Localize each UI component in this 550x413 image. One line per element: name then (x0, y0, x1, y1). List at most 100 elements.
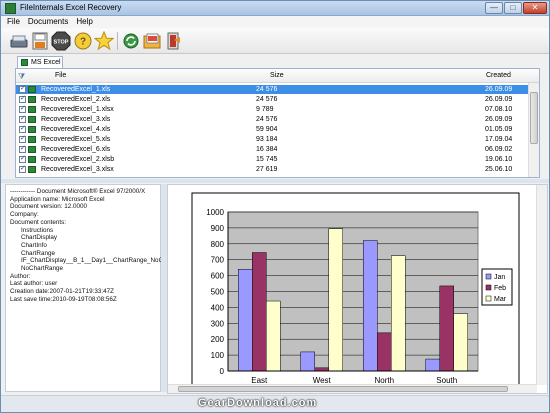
svg-text:?: ? (80, 37, 86, 48)
bar (266, 300, 281, 372)
legend-swatch (485, 295, 492, 302)
menu-file[interactable]: File (7, 16, 20, 28)
y-tick-label: 700 (211, 256, 225, 265)
maximize-button[interactable]: □ (504, 2, 522, 14)
row-checkbox[interactable] (19, 94, 26, 103)
chart-preview-pane: 0 100 200 300 400 500 600 700 800 900 1000 East West… (167, 184, 548, 394)
info-line: ChartRange (21, 249, 55, 257)
cell-size: 27 619 (256, 166, 278, 173)
preview-horizontal-scrollbar[interactable] (168, 384, 537, 393)
excel-file-icon (28, 116, 36, 123)
chart-preview: 0 100 200 300 400 500 600 700 800 900 1000 East West… (191, 192, 520, 389)
excel-file-icon (28, 156, 36, 163)
table-row[interactable]: RecoveredExcel_6.xls 16 384 06.09.02 (16, 144, 530, 154)
close-button[interactable]: ✕ (523, 2, 547, 14)
legend-label: Jan (494, 274, 505, 281)
column-header-created[interactable]: Created (486, 72, 511, 79)
legend-label: Mar (494, 296, 507, 303)
row-checkbox[interactable] (19, 124, 26, 133)
exit-icon[interactable] (163, 31, 183, 51)
y-tick-label: 1000 (206, 208, 224, 217)
preview-vertical-scrollbar[interactable] (536, 185, 547, 385)
cell-created: 06.09.02 (485, 146, 513, 153)
table-scrollbar[interactable] (528, 83, 539, 177)
y-tick-label: 300 (211, 319, 225, 328)
x-tick-label: East (251, 376, 268, 384)
cell-file: RecoveredExcel_1.xlsx (41, 106, 114, 113)
row-checkbox[interactable] (19, 144, 26, 153)
row-checkbox[interactable] (19, 104, 26, 113)
cell-created: 17.09.04 (485, 136, 513, 143)
menu-documents[interactable]: Documents (28, 16, 68, 28)
cell-size: 24 576 (256, 96, 278, 103)
stop-icon[interactable]: STOP (51, 31, 71, 51)
bar (453, 313, 468, 372)
cell-size: 9 789 (256, 106, 274, 113)
table-row[interactable]: RecoveredExcel_3.xls 24 576 26.09.09 (16, 114, 530, 124)
scanner-icon[interactable] (9, 31, 29, 51)
info-line: Last save time:2010-09-19T08:08:56Z (10, 295, 117, 303)
cell-file: RecoveredExcel_3.xlsx (41, 166, 114, 173)
cell-file: RecoveredExcel_1.xls (41, 86, 111, 93)
y-tick-label: 0 (220, 367, 225, 376)
file-table: ⧩ File Size Created RecoveredExcel_1.xls… (15, 68, 540, 178)
y-tick-label: 100 (211, 351, 225, 360)
excel-file-icon (28, 86, 36, 93)
excel-file-icon (28, 106, 36, 113)
row-checkbox[interactable] (19, 134, 26, 143)
cell-created: 26.09.09 (485, 96, 513, 103)
cell-size: 15 745 (256, 156, 278, 163)
cell-created: 25.06.10 (485, 166, 513, 173)
row-checkbox[interactable] (19, 84, 26, 93)
legend-swatch (485, 273, 492, 280)
bar (238, 268, 253, 372)
table-row[interactable]: RecoveredExcel_2.xls 24 576 26.09.09 (16, 94, 530, 104)
cell-created: 07.08.10 (485, 106, 513, 113)
x-tick-label: South (436, 376, 457, 384)
table-row[interactable]: RecoveredExcel_3.xlsx 27 619 25.06.10 (16, 164, 530, 174)
star-icon[interactable] (93, 30, 115, 51)
table-row[interactable]: RecoveredExcel_1.xls 24 576 26.09.09 (16, 84, 530, 94)
column-header-size[interactable]: Size (270, 72, 284, 79)
bar (391, 255, 406, 372)
save-icon[interactable] (30, 31, 50, 51)
row-checkbox[interactable] (19, 154, 26, 163)
table-row[interactable]: RecoveredExcel_5.xls 93 184 17.09.04 (16, 134, 530, 144)
refresh-icon[interactable] (121, 31, 141, 51)
info-line: ChartInfo (21, 241, 47, 249)
bar (328, 228, 343, 372)
window-title: FileInternals Excel Recovery (20, 3, 122, 12)
cell-created: 26.09.09 (485, 86, 513, 93)
tab-ms-excel[interactable]: MS Excel (17, 56, 63, 68)
horizontal-splitter[interactable] (1, 179, 549, 183)
help-icon[interactable]: ? (73, 31, 93, 51)
cell-created: 26.09.09 (485, 116, 513, 123)
info-line: Document contents: (10, 218, 67, 226)
info-line: Author: (10, 272, 31, 280)
excel-file-icon (28, 136, 36, 143)
column-header-file[interactable]: File (55, 72, 66, 79)
info-line: Instructions (21, 226, 54, 234)
bar (252, 252, 267, 372)
cell-file: RecoveredExcel_2.xls (41, 96, 111, 103)
menu-help[interactable]: Help (76, 16, 92, 28)
scrollbar-thumb[interactable] (178, 386, 508, 392)
row-checkbox[interactable] (19, 164, 26, 173)
table-header: ⧩ File Size Created (16, 69, 539, 83)
y-tick-label: 900 (211, 224, 225, 233)
scrollbar-thumb[interactable] (530, 92, 538, 144)
info-line: IF_ChartDisplay__B_1__Day1__ChartRange_N… (21, 257, 167, 265)
minimize-button[interactable]: — (485, 2, 503, 14)
y-tick-label: 600 (211, 272, 225, 281)
cell-size: 93 184 (256, 136, 278, 143)
table-row[interactable]: RecoveredExcel_2.xlsb 15 745 19.06.10 (16, 154, 530, 164)
info-line: Creation date:2007-01-21T19:33:47Z (10, 288, 114, 296)
folder-image-icon[interactable] (142, 31, 162, 51)
row-checkbox[interactable] (19, 114, 26, 123)
excel-file-icon (28, 166, 36, 173)
filter-icon[interactable]: ⧩ (18, 72, 25, 82)
bar (377, 332, 392, 372)
table-row[interactable]: RecoveredExcel_4.xls 59 904 01.05.09 (16, 124, 530, 134)
table-row[interactable]: RecoveredExcel_1.xlsx 9 789 07.08.10 (16, 104, 530, 114)
cell-file: RecoveredExcel_3.xls (41, 116, 111, 123)
